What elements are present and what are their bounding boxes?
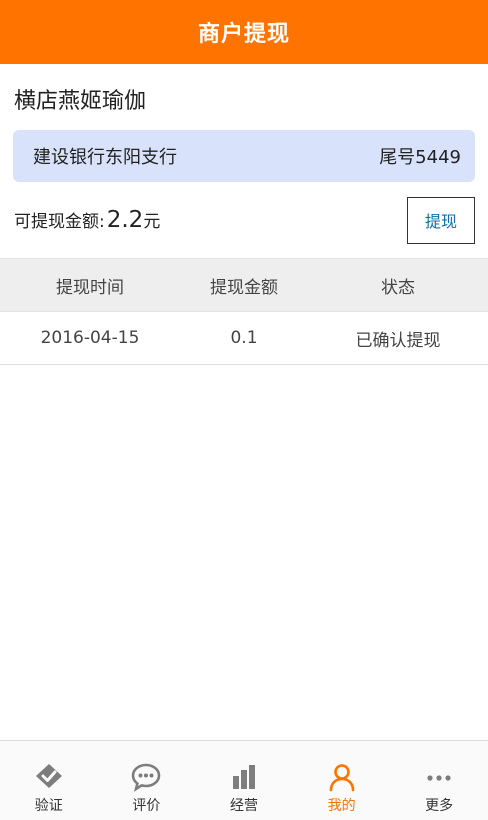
verify-icon: [35, 764, 62, 788]
table-header: 提现时间 提现金额 状态: [0, 258, 488, 312]
tab-label: 验证: [34, 798, 63, 814]
tab-more[interactable]: 更多: [390, 741, 488, 820]
table-row[interactable]: 2016-04-15 0.1 已确认提现: [0, 312, 488, 365]
column-header-time: 提现时间: [56, 277, 124, 298]
tab-comment[interactable]: 评价: [98, 741, 196, 820]
balance-info: 可提现金额: 2.2 元: [14, 207, 160, 233]
balance-label: 可提现金额:: [14, 212, 105, 232]
balance-unit: 元: [143, 212, 161, 232]
row-amount: 0.1: [230, 328, 258, 348]
app-header: 商户提现: [0, 0, 488, 64]
tab-label: 经营: [229, 798, 258, 814]
balance-row: 可提现金额: 2.2 元 提现: [0, 182, 488, 258]
column-header-status: 状态: [381, 277, 415, 298]
bottom-tab-bar: 验证 评价 经营 我的 更多: [0, 740, 488, 820]
withdraw-button[interactable]: 提现: [407, 196, 475, 244]
tab-label: 更多: [425, 798, 454, 814]
tab-verify[interactable]: 验证: [0, 741, 98, 820]
merchant-name: 横店燕姬瑜伽: [14, 89, 147, 114]
page-title: 商户提现: [197, 22, 290, 47]
bar-chart-icon: [232, 765, 255, 789]
more-dots-icon: [427, 775, 451, 781]
tab-label: 评价: [132, 798, 161, 814]
row-time: 2016-04-15: [40, 328, 140, 348]
bank-name: 建设银行东阳支行: [33, 147, 177, 168]
column-header-amount: 提现金额: [210, 277, 278, 298]
person-icon: [329, 764, 354, 792]
row-status: 已确认提现: [355, 330, 441, 351]
tab-mine[interactable]: 我的: [293, 741, 391, 820]
comment-icon: [132, 763, 161, 792]
tab-business[interactable]: 经营: [195, 741, 293, 820]
bank-card: 建设银行东阳支行 尾号5449: [13, 130, 475, 182]
bank-card-tail: 尾号5449: [379, 147, 461, 168]
tab-label: 我的: [327, 798, 356, 814]
balance-amount: 2.2: [106, 207, 144, 233]
